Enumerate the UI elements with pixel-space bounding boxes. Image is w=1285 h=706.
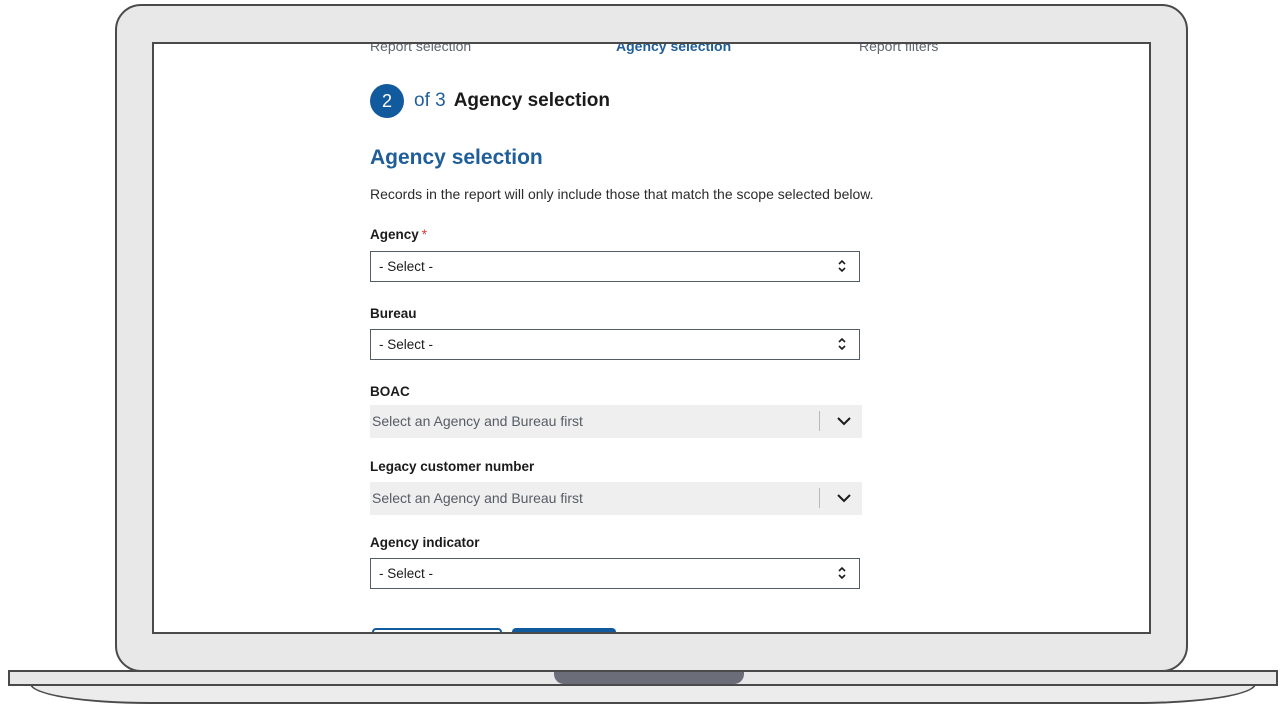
- chevron-down-icon[interactable]: [836, 414, 852, 428]
- agency-select-value: - Select -: [379, 259, 434, 274]
- bureau-select-value: - Select -: [379, 337, 434, 352]
- agency-indicator-label: Agency indicator: [370, 535, 480, 550]
- combobox-separator: [819, 488, 820, 508]
- agency-select[interactable]: - Select -: [370, 251, 860, 282]
- laptop-base-bottom: [30, 684, 1256, 704]
- bureau-select[interactable]: - Select -: [370, 329, 860, 360]
- required-marker: *: [421, 227, 428, 242]
- up-down-caret-icon: [838, 337, 846, 351]
- bureau-label: Bureau: [370, 306, 417, 321]
- agency-label: Agency *: [370, 227, 427, 242]
- next-button[interactable]: [512, 628, 616, 632]
- step-heading: 2 of 3 Agency selection: [370, 84, 610, 118]
- section-description: Records in the report will only include …: [370, 186, 874, 202]
- legacy-customer-number-combobox[interactable]: Select an Agency and Bureau first: [370, 482, 862, 515]
- step-title: Agency selection: [453, 90, 610, 111]
- back-button[interactable]: [372, 628, 502, 632]
- legacy-customer-number-label: Legacy customer number: [370, 459, 535, 474]
- agency-indicator-select[interactable]: - Select -: [370, 558, 860, 589]
- boac-placeholder: Select an Agency and Bureau first: [372, 413, 583, 429]
- laptop-mockup: Report selection Agency selection Report…: [0, 0, 1285, 706]
- section-heading: Agency selection: [370, 146, 543, 169]
- step-number-badge: 2: [370, 84, 404, 118]
- agency-label-text: Agency: [370, 227, 419, 242]
- boac-combobox[interactable]: Select an Agency and Bureau first: [370, 405, 862, 438]
- step-label-report-filters: Report filters: [859, 42, 939, 54]
- legacy-customer-number-placeholder: Select an Agency and Bureau first: [372, 490, 583, 506]
- step-count: of 3: [414, 90, 446, 111]
- step-label-agency-selection: Agency selection: [616, 42, 732, 54]
- combobox-separator: [819, 411, 820, 431]
- up-down-caret-icon: [838, 566, 846, 580]
- laptop-screen: Report selection Agency selection Report…: [152, 42, 1151, 634]
- laptop-notch: [554, 672, 744, 684]
- step-indicator-labels: Report selection Agency selection Report…: [370, 42, 990, 58]
- step-label-report-selection: Report selection: [370, 42, 472, 54]
- chevron-down-icon[interactable]: [836, 491, 852, 505]
- up-down-caret-icon: [838, 259, 846, 273]
- agency-indicator-select-value: - Select -: [379, 566, 434, 581]
- boac-label: BOAC: [370, 384, 410, 399]
